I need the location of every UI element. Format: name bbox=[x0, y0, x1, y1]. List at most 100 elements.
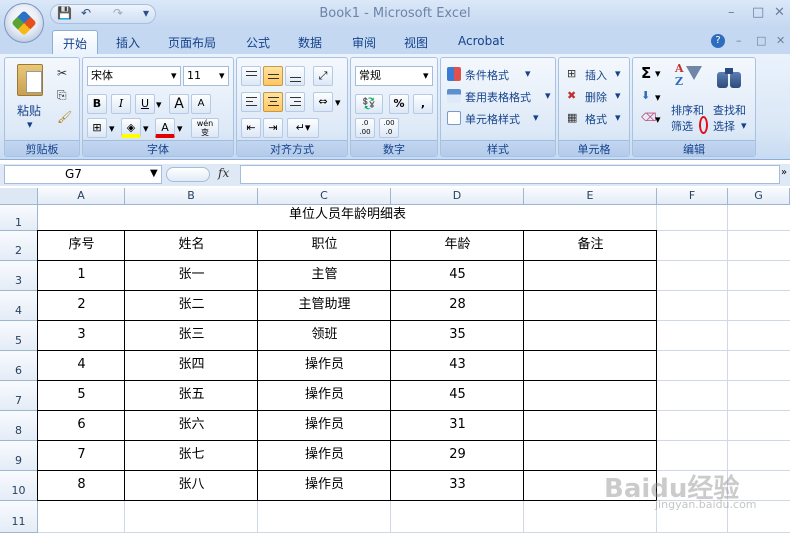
table-cell[interactable]: 主管 bbox=[258, 261, 391, 291]
fill-dropdown-icon[interactable]: ▾ bbox=[655, 91, 661, 104]
table-cell[interactable]: 29 bbox=[391, 441, 524, 471]
table-cell[interactable]: 张七 bbox=[125, 441, 258, 471]
table-cell[interactable]: 6 bbox=[38, 411, 125, 441]
table-cell[interactable]: 3 bbox=[38, 321, 125, 351]
table-cell[interactable] bbox=[524, 261, 657, 291]
comma-button[interactable]: , bbox=[413, 94, 433, 114]
bold-button[interactable]: B bbox=[87, 94, 107, 114]
table-cell[interactable]: 张四 bbox=[125, 351, 258, 381]
table-format-button[interactable]: 套用表格格式 bbox=[465, 89, 531, 105]
name-box[interactable]: G7 bbox=[4, 165, 162, 184]
table-cell[interactable]: 张一 bbox=[125, 261, 258, 291]
table-header-cell[interactable]: 序号 bbox=[38, 231, 125, 261]
find-select-label-line1[interactable]: 查找和 bbox=[713, 102, 746, 118]
autosum-dropdown-icon[interactable]: ▾ bbox=[655, 67, 661, 80]
insert-cells-button[interactable]: 插入 bbox=[585, 67, 607, 83]
table-cell[interactable]: 张三 bbox=[125, 321, 258, 351]
table-cell[interactable]: 张五 bbox=[125, 381, 258, 411]
font-name-dropdown-icon[interactable]: ▾ bbox=[171, 69, 177, 82]
select-all-corner[interactable] bbox=[0, 188, 38, 205]
office-button[interactable] bbox=[4, 3, 44, 43]
merge-center-icon[interactable]: ⇔ bbox=[313, 92, 333, 112]
borders-button[interactable]: ⊞ bbox=[87, 118, 107, 138]
expand-formula-bar-icon[interactable]: » bbox=[781, 167, 787, 178]
table-cell[interactable]: 操作员 bbox=[258, 351, 391, 381]
row-header-9[interactable]: 9 bbox=[0, 441, 38, 471]
font-color-button[interactable]: A bbox=[155, 118, 175, 138]
minimize-button[interactable]: – bbox=[728, 5, 735, 20]
delete-cells-button[interactable]: 删除 bbox=[585, 89, 607, 105]
align-middle-icon[interactable] bbox=[263, 66, 283, 86]
percent-button[interactable]: % bbox=[389, 94, 409, 114]
paste-dropdown-icon[interactable]: ▾ bbox=[27, 118, 33, 131]
increase-decimal-button[interactable]: .0 .00 bbox=[355, 118, 375, 138]
row-header-7[interactable]: 7 bbox=[0, 381, 38, 411]
column-header-c[interactable]: C bbox=[258, 188, 391, 205]
grow-font-button[interactable]: A bbox=[169, 94, 189, 114]
table-cell[interactable] bbox=[524, 321, 657, 351]
decrease-decimal-button[interactable]: .00 .0 bbox=[379, 118, 399, 138]
table-header-cell[interactable]: 备注 bbox=[524, 231, 657, 261]
row-header-3[interactable]: 3 bbox=[0, 261, 38, 291]
column-header-a[interactable]: A bbox=[38, 188, 125, 205]
row-header-11[interactable]: 11 bbox=[0, 501, 38, 533]
align-right-icon[interactable] bbox=[285, 92, 305, 112]
table-cell[interactable] bbox=[524, 411, 657, 441]
row-header-6[interactable]: 6 bbox=[0, 351, 38, 381]
table-cell[interactable]: 45 bbox=[391, 261, 524, 291]
align-left-icon[interactable] bbox=[241, 92, 261, 112]
cell-styles-button[interactable]: 单元格样式 bbox=[465, 111, 520, 127]
merge-dropdown-icon[interactable]: ▾ bbox=[335, 96, 341, 109]
tab-data[interactable]: 数据 bbox=[298, 34, 322, 51]
table-header-cell[interactable]: 年龄 bbox=[391, 231, 524, 261]
table-header-cell[interactable]: 姓名 bbox=[125, 231, 258, 261]
table-cell[interactable]: 操作员 bbox=[258, 411, 391, 441]
table-header-cell[interactable]: 职位 bbox=[258, 231, 391, 261]
borders-dropdown-icon[interactable]: ▾ bbox=[109, 122, 115, 135]
format-painter-icon[interactable]: 🖌 bbox=[57, 110, 72, 124]
table-cell[interactable]: 28 bbox=[391, 291, 524, 321]
shrink-font-button[interactable]: A bbox=[191, 94, 211, 114]
format-cells-button[interactable]: 格式 bbox=[585, 111, 607, 127]
increase-indent-icon[interactable]: ⇥ bbox=[263, 118, 283, 138]
insert-function-button[interactable]: fx bbox=[218, 166, 229, 180]
column-header-g[interactable]: G bbox=[728, 188, 790, 205]
row-header-10[interactable]: 10 bbox=[0, 471, 38, 501]
font-size-dropdown-icon[interactable]: ▾ bbox=[219, 69, 225, 82]
column-header-b[interactable]: B bbox=[125, 188, 258, 205]
row-header-2[interactable]: 2 bbox=[0, 231, 38, 261]
sort-filter-label-line2[interactable]: 筛选 bbox=[671, 118, 693, 134]
orientation-icon[interactable]: ⤢ bbox=[313, 66, 333, 86]
decrease-indent-icon[interactable]: ⇤ bbox=[241, 118, 261, 138]
align-top-icon[interactable] bbox=[241, 66, 261, 86]
number-format-select[interactable]: 常规 bbox=[355, 66, 433, 86]
table-cell[interactable]: 43 bbox=[391, 351, 524, 381]
fill-color-button[interactable]: ◈ bbox=[121, 118, 141, 138]
table-cell[interactable] bbox=[524, 351, 657, 381]
font-name-select[interactable]: 宋体 bbox=[87, 66, 181, 86]
autosum-button[interactable]: Σ bbox=[641, 64, 651, 82]
table-cell[interactable]: 31 bbox=[391, 411, 524, 441]
close-button[interactable]: ✕ bbox=[774, 5, 785, 20]
cell-styles-dropdown-icon[interactable]: ▾ bbox=[533, 111, 539, 124]
delete-dropdown-icon[interactable]: ▾ bbox=[615, 89, 621, 102]
copy-icon[interactable]: ⎘ bbox=[57, 88, 67, 103]
column-header-d[interactable]: D bbox=[391, 188, 524, 205]
table-cell[interactable]: 35 bbox=[391, 321, 524, 351]
ribbon-close-button[interactable]: ✕ bbox=[776, 34, 785, 47]
sheet-title[interactable]: 单位人员年龄明细表 bbox=[38, 205, 657, 231]
table-cell[interactable]: 主管助理 bbox=[258, 291, 391, 321]
help-icon[interactable]: ? bbox=[711, 34, 725, 48]
format-dropdown-icon[interactable]: ▾ bbox=[615, 111, 621, 124]
table-cell[interactable]: 4 bbox=[38, 351, 125, 381]
table-cell[interactable]: 操作员 bbox=[258, 381, 391, 411]
table-cell[interactable]: 张六 bbox=[125, 411, 258, 441]
align-center-icon[interactable] bbox=[263, 92, 283, 112]
find-select-icon[interactable] bbox=[715, 64, 745, 92]
paste-icon[interactable] bbox=[17, 64, 43, 96]
conditional-format-dropdown-icon[interactable]: ▾ bbox=[525, 67, 531, 80]
underline-button[interactable]: U bbox=[135, 94, 155, 114]
find-dropdown-icon[interactable]: ▾ bbox=[741, 119, 747, 132]
table-cell[interactable]: 45 bbox=[391, 381, 524, 411]
row-header-8[interactable]: 8 bbox=[0, 411, 38, 441]
